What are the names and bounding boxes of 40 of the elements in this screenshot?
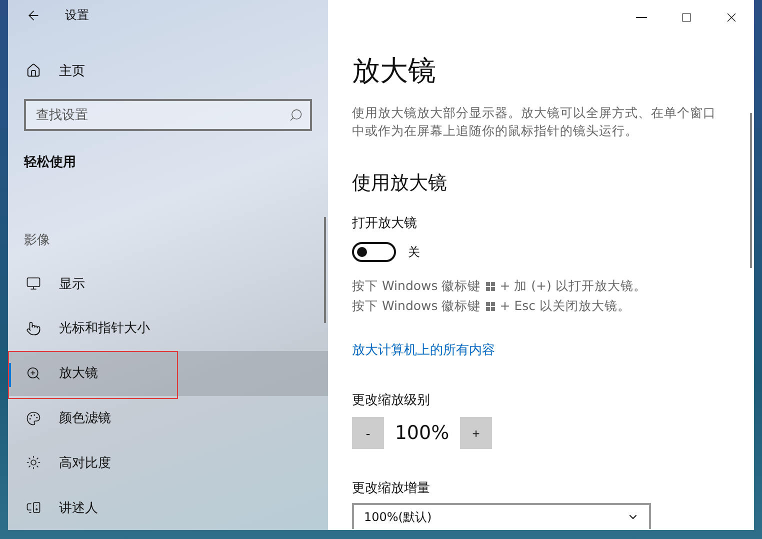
sun-icon <box>26 455 41 470</box>
zoom-in-icon <box>26 366 41 381</box>
hint-text: 按下 Windows 徽标键 <box>352 298 481 315</box>
hand-pointer-icon <box>26 320 41 336</box>
hint-text: 按下 Windows 徽标键 <box>352 278 481 295</box>
sidebar-item[interactable]: 讲述人 <box>8 485 328 530</box>
search-field[interactable]: 查找设置 <box>24 99 312 132</box>
toggle-switch[interactable] <box>352 242 396 262</box>
sidebar-item[interactable]: 放大镜 <box>8 350 328 396</box>
zoom-level-label: 更改缩放级别 <box>352 392 431 409</box>
toggle-label: 打开放大镜 <box>352 215 418 232</box>
sidebar-item[interactable]: 颜色滤镜 <box>8 396 328 440</box>
zoom-value: 100% <box>394 422 450 444</box>
page-title: 放大镜 <box>352 53 437 89</box>
narrator-icon <box>26 500 41 516</box>
search-icon <box>289 108 303 122</box>
magnify-link[interactable]: 放大计算机上的所有内容 <box>352 341 730 359</box>
windows-logo-icon <box>486 282 495 291</box>
maximize-icon <box>681 12 692 22</box>
page-description: 使用放大镜放大部分显示器。放大镜可以全屏方式、在单个窗口中或作为在屏幕上追随你的鼠标指针的镜头运行。 <box>352 104 717 140</box>
hint-text: + 加 (+) 以打开放大镜。 <box>500 278 646 295</box>
sidebar-item[interactable]: 高对比度 <box>8 440 328 486</box>
home-link[interactable]: 主页 <box>59 62 85 80</box>
zoom-increment-label: 更改缩放增量 <box>352 480 431 497</box>
monitor-icon <box>26 276 41 292</box>
hint-text: + Esc 以关闭放大镜。 <box>500 298 630 315</box>
section-heading: 使用放大镜 <box>352 171 448 196</box>
zoom-increment-dropdown[interactable]: 100%(默认) <box>352 503 651 529</box>
toggle-state: 关 <box>408 244 420 260</box>
zoom-in-button[interactable]: + <box>460 417 492 449</box>
zoom-out-button[interactable]: - <box>352 417 384 449</box>
home-icon[interactable] <box>26 63 41 78</box>
minimize-icon <box>636 16 647 18</box>
window-title: 设置 <box>65 7 89 24</box>
group-label: 影像 <box>23 232 51 250</box>
section-heading: 轻松使用 <box>22 154 77 172</box>
sidebar-item[interactable]: 光标和指针大小 <box>8 306 328 351</box>
palette-icon <box>26 410 41 426</box>
windows-logo-icon <box>486 302 495 311</box>
sidebar-item[interactable]: 显示 <box>8 261 328 306</box>
